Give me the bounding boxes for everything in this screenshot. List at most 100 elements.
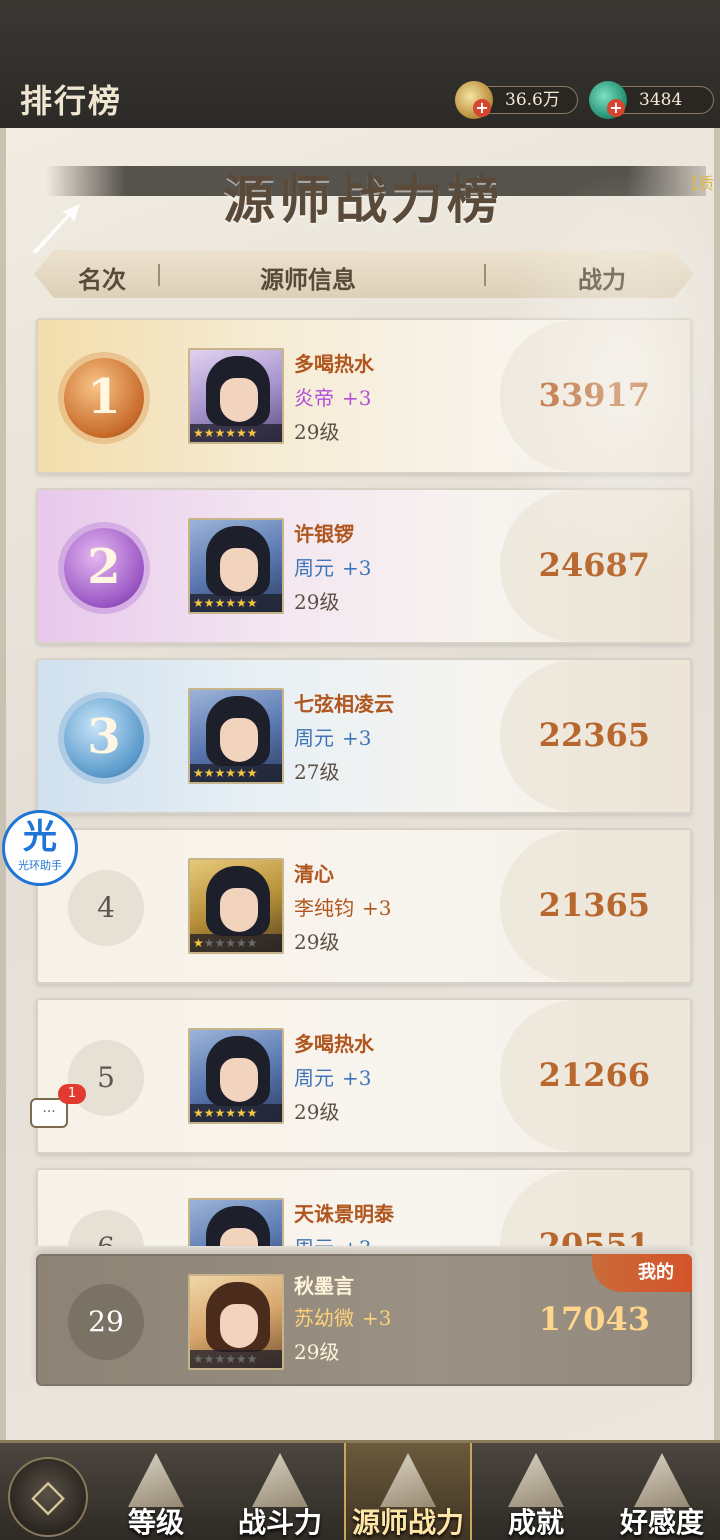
- star-rating: ★★★★★★: [190, 1350, 282, 1368]
- list-item[interactable]: 2 ★★★★★★ 许银锣 周元 +3 29级 24687: [36, 488, 692, 644]
- chat-badge: 1: [58, 1084, 86, 1104]
- rank-badge: 2: [64, 528, 144, 608]
- stars-dim: ★★★★★★: [193, 1352, 258, 1366]
- top-bar: 排行榜 + 36.6万 + 3484: [0, 0, 720, 130]
- list-item[interactable]: 1 ★★★★★★ 多喝热水 炎帝 +3 29级 33917: [36, 318, 692, 474]
- tab-label: 等级: [127, 1506, 184, 1539]
- tab-achievement[interactable]: 成就: [476, 1443, 596, 1540]
- player-name: 清心: [294, 862, 334, 886]
- avatar[interactable]: ★★★★★★: [188, 348, 284, 444]
- avatar[interactable]: ★★★★★★: [188, 1028, 284, 1124]
- tab-combat[interactable]: 战斗力: [220, 1443, 340, 1540]
- tab-level[interactable]: 等级: [96, 1443, 216, 1540]
- stars-lit: ★★★★★★: [193, 426, 258, 440]
- ranking-list[interactable]: 1 ★★★★★★ 多喝热水 炎帝 +3 29级 33917 2 ★★★★★★ 许银…: [6, 316, 714, 1246]
- rank-number: 5: [68, 1040, 144, 1116]
- hero-plus: +3: [342, 1236, 371, 1246]
- hero-plus: +3: [342, 726, 372, 750]
- hero-label: 李纯钧: [294, 896, 354, 920]
- arrow-icon: [32, 204, 80, 254]
- player-name: 多喝热水: [294, 1032, 374, 1056]
- hero-name: 周元 +3: [294, 552, 371, 581]
- avatar[interactable]: ★★★★★★: [188, 688, 284, 784]
- hero-plus: +3: [342, 386, 372, 410]
- hero-name: 李纯钧 +3: [294, 892, 391, 921]
- rank-badge: 3: [64, 698, 144, 778]
- avatar[interactable]: ★★★★★★: [188, 858, 284, 954]
- avatar-face: [220, 1228, 258, 1246]
- my-avatar[interactable]: ★★★★★★: [188, 1274, 284, 1370]
- divider: [158, 264, 160, 286]
- trophy-icon: [508, 1453, 564, 1507]
- player-level: 27级: [294, 760, 340, 784]
- add-jade-icon[interactable]: +: [607, 99, 625, 117]
- player-name: 多喝热水: [294, 352, 374, 376]
- helper-icon: 光: [23, 817, 57, 857]
- player-name: 天诛景明泰: [294, 1202, 394, 1226]
- my-rank-row[interactable]: 29 ★★★★★★ 秋墨言 苏幼微 +3 29级 17043 我的: [36, 1254, 692, 1386]
- corner-tag[interactable]: 【质: [682, 170, 714, 194]
- power-value: 20551: [538, 1226, 650, 1246]
- star-rating: ★★★★★★: [190, 934, 282, 952]
- bottom-nav: ◇ 等级 战斗力 源师战力 成就 好感度: [0, 1440, 720, 1540]
- list-item[interactable]: 5 ★★★★★★ 多喝热水 周元 +3 29级 21266: [36, 998, 692, 1154]
- stars-lit: ★: [193, 936, 204, 950]
- hero-name: 周元 +3: [294, 1062, 371, 1091]
- player-name: 许银锣: [294, 522, 354, 546]
- list-item[interactable]: 4 ★★★★★★ 清心 李纯钧 +3 29级 21365: [36, 828, 692, 984]
- hero-plus: +3: [362, 1306, 392, 1330]
- avatar[interactable]: ★★★★★★: [188, 518, 284, 614]
- avatar-face: [220, 888, 258, 932]
- hero-label: 周元: [294, 556, 334, 580]
- ranking-panel: 源师战力榜 【质 名次 源师信息 战力 1 ★★★★★★ 多喝热水 炎帝 +3 2…: [0, 128, 720, 1440]
- player-level: 29级: [294, 590, 340, 614]
- hero-label: 周元: [294, 1066, 334, 1090]
- helper-label: 光环助手: [18, 859, 62, 872]
- avatar-face: [220, 548, 258, 592]
- heart-icon: [634, 1453, 690, 1507]
- list-item[interactable]: 6 天诛景明泰 周元 +3 20551: [36, 1168, 692, 1246]
- power-bg: [500, 320, 690, 472]
- col-power: 战力: [578, 265, 626, 294]
- stars-lit: ★★★★★★: [193, 596, 258, 610]
- tab-master-power[interactable]: 源师战力: [344, 1443, 472, 1540]
- player-level: 29级: [294, 420, 340, 444]
- power-value: 21365: [538, 886, 650, 924]
- avatar-face: [220, 1058, 258, 1102]
- crest-icon: [380, 1453, 436, 1507]
- jade-currency[interactable]: + 3484: [589, 81, 714, 119]
- stars-dim: ★★★★★: [203, 936, 258, 950]
- tab-label: 战斗力: [237, 1506, 322, 1539]
- hero-plus: +3: [342, 1066, 372, 1090]
- stars-lit: ★★★★★★: [193, 1106, 258, 1120]
- power-bg: [500, 490, 690, 642]
- my-rank-number: 29: [68, 1284, 144, 1360]
- tab-favor[interactable]: 好感度: [602, 1443, 720, 1540]
- back-icon[interactable]: ◇: [8, 1457, 88, 1537]
- jade-amount: 3484: [639, 90, 683, 110]
- player-level: 29级: [294, 1100, 340, 1124]
- add-gold-icon[interactable]: +: [473, 99, 491, 117]
- stars-lit: ★★★★★★: [193, 766, 258, 780]
- divider: [484, 264, 486, 286]
- rank-number: 6: [68, 1210, 144, 1246]
- tab-label: 成就: [507, 1506, 564, 1539]
- player-name: 七弦相凌云: [294, 692, 394, 716]
- rank-badge: 1: [64, 358, 144, 438]
- power-value: 21266: [538, 1056, 650, 1094]
- power-value: 24687: [538, 546, 650, 584]
- swords-icon: [252, 1453, 308, 1507]
- power-value: 22365: [538, 716, 650, 754]
- my-level: 29级: [294, 1340, 340, 1364]
- hero-plus: +3: [362, 896, 392, 920]
- power-value: 33917: [538, 376, 650, 414]
- helper-float-button[interactable]: 光 光环助手: [2, 810, 78, 886]
- mine-tag: 我的: [592, 1254, 692, 1292]
- board-title: 源师战力榜: [222, 170, 503, 231]
- avatar[interactable]: [188, 1198, 284, 1246]
- gold-currency[interactable]: + 36.6万: [455, 81, 578, 119]
- col-info: 源师信息: [260, 265, 356, 294]
- list-item[interactable]: 3 ★★★★★★ 七弦相凌云 周元 +3 27级 22365: [36, 658, 692, 814]
- hero-name: 周元 +3: [294, 722, 371, 751]
- col-rank: 名次: [78, 265, 126, 294]
